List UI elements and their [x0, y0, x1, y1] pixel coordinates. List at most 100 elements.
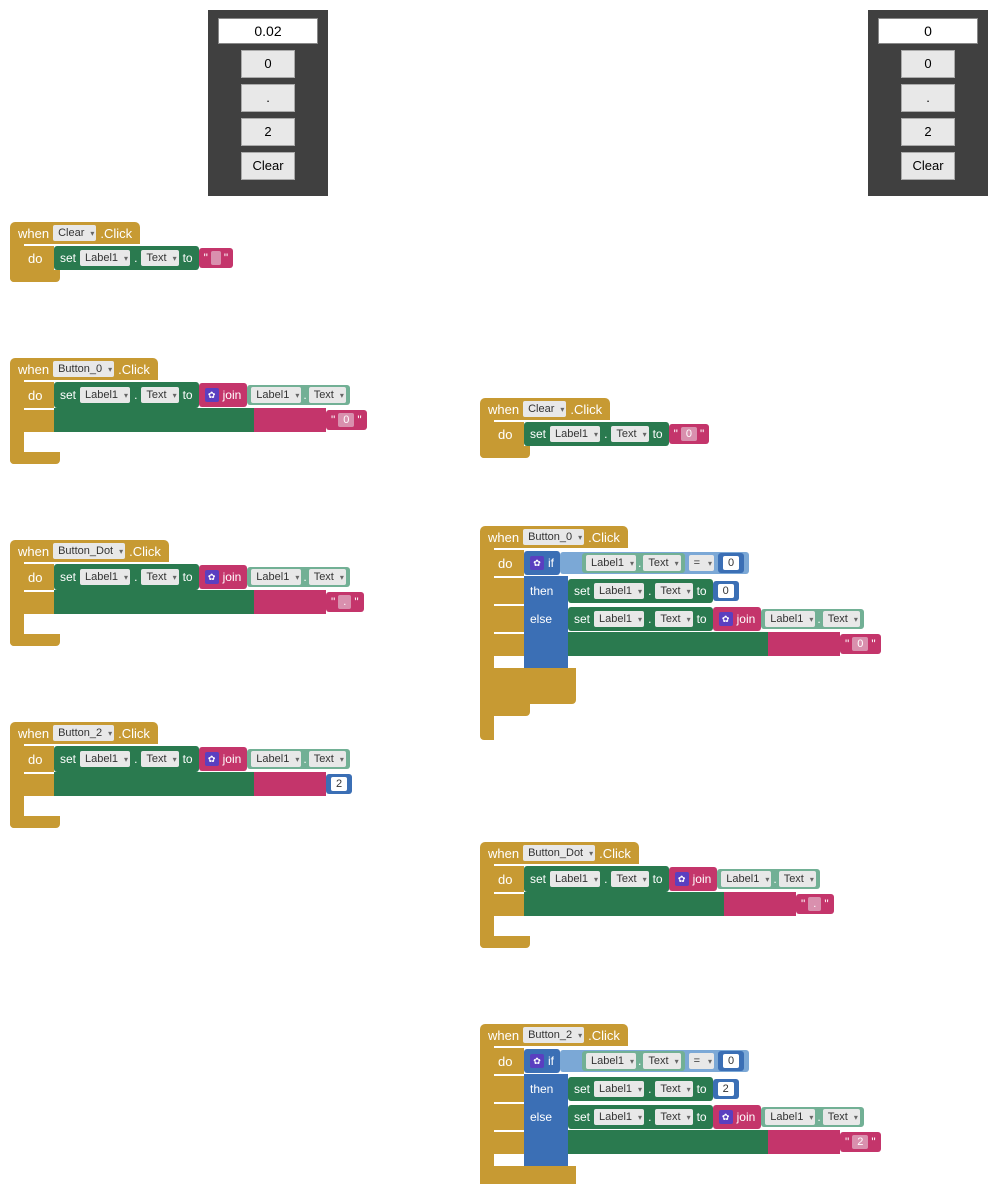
- component-dropdown[interactable]: Button_2: [523, 1027, 584, 1043]
- number-literal-block[interactable]: 0: [718, 1051, 744, 1071]
- number-literal-block[interactable]: 2: [713, 1079, 739, 1099]
- component-dropdown[interactable]: Label1: [80, 250, 130, 266]
- compare-block[interactable]: Label1 . Text = 0: [560, 1050, 749, 1072]
- property-dropdown[interactable]: Text: [655, 583, 692, 599]
- set-block[interactable]: set Label1 . Text to: [568, 1105, 713, 1129]
- property-dropdown[interactable]: Text: [779, 871, 816, 887]
- property-dropdown[interactable]: Text: [643, 1053, 680, 1069]
- component-dropdown[interactable]: Label1: [594, 1109, 644, 1125]
- join-block[interactable]: join: [199, 565, 248, 589]
- event-header[interactable]: when Clear .Click: [10, 222, 140, 244]
- gear-icon[interactable]: [719, 1110, 733, 1124]
- text-literal-block[interactable]: " ": [199, 248, 234, 268]
- phone-button-0[interactable]: 0: [241, 50, 295, 78]
- gear-icon[interactable]: [205, 570, 219, 584]
- event-header[interactable]: when Button_Dot .Click: [10, 540, 169, 562]
- component-dropdown[interactable]: Button_Dot: [53, 543, 125, 559]
- property-dropdown[interactable]: Text: [141, 250, 178, 266]
- compare-block[interactable]: Label1 . Text = 0: [560, 552, 749, 574]
- event-block-buttondot[interactable]: when Button_Dot .Click do set Label1 . T…: [10, 540, 450, 626]
- property-dropdown[interactable]: Text: [655, 1081, 692, 1097]
- get-block[interactable]: Label1 . Text: [582, 1051, 685, 1071]
- event-block-clear[interactable]: when Clear .Click do set Label1 . Text t…: [480, 398, 780, 458]
- event-header[interactable]: when Button_2 .Click: [480, 1024, 628, 1046]
- event-header[interactable]: when Button_0 .Click: [10, 358, 158, 380]
- get-block[interactable]: Label1 . Text: [761, 609, 864, 629]
- phone-button-2[interactable]: 2: [241, 118, 295, 146]
- property-dropdown[interactable]: Text: [655, 1109, 692, 1125]
- text-literal-block[interactable]: "0": [840, 634, 881, 654]
- component-dropdown[interactable]: Label1: [594, 611, 644, 627]
- join-block[interactable]: join: [713, 607, 762, 631]
- property-dropdown[interactable]: Text: [141, 387, 178, 403]
- property-dropdown[interactable]: Text: [309, 387, 346, 403]
- phone-button-clear[interactable]: Clear: [901, 152, 955, 180]
- get-block[interactable]: Label1 . Text: [717, 869, 820, 889]
- property-dropdown[interactable]: Text: [309, 569, 346, 585]
- event-header[interactable]: when Clear .Click: [480, 398, 610, 420]
- component-dropdown[interactable]: Label1: [80, 569, 130, 585]
- gear-icon[interactable]: [530, 556, 544, 570]
- set-block[interactable]: set Label1 . Text to: [54, 746, 199, 772]
- event-block-clear[interactable]: when Clear .Click do set Label1 . Text t…: [10, 222, 300, 282]
- component-dropdown[interactable]: Clear: [53, 225, 96, 241]
- get-block[interactable]: Label1 . Text: [761, 1107, 864, 1127]
- component-dropdown[interactable]: Clear: [523, 401, 566, 417]
- text-literal-block[interactable]: "2": [840, 1132, 881, 1152]
- text-literal-block[interactable]: "0": [669, 424, 710, 444]
- property-dropdown[interactable]: Text: [823, 611, 860, 627]
- text-literal-block[interactable]: "0": [326, 410, 367, 430]
- set-block[interactable]: set Label1 . Text to: [568, 607, 713, 631]
- number-literal-block[interactable]: 2: [326, 774, 352, 794]
- property-dropdown[interactable]: Text: [141, 569, 178, 585]
- component-dropdown[interactable]: Label1: [80, 387, 130, 403]
- component-dropdown[interactable]: Label1: [550, 871, 600, 887]
- event-header[interactable]: when Button_0 .Click: [480, 526, 628, 548]
- event-block-button2-if[interactable]: when Button_2 .Click do if Label1 . Text…: [480, 1024, 980, 1166]
- number-literal-block[interactable]: 0: [713, 581, 739, 601]
- text-literal-block[interactable]: ".": [796, 894, 834, 914]
- if-block[interactable]: if: [524, 551, 560, 575]
- join-block[interactable]: join: [669, 867, 718, 891]
- component-dropdown[interactable]: Button_0: [53, 361, 114, 377]
- event-header[interactable]: when Button_2 .Click: [10, 722, 158, 744]
- set-block[interactable]: set Label1 . Text to: [568, 1077, 713, 1101]
- component-dropdown[interactable]: Label1: [251, 387, 301, 403]
- set-block[interactable]: set Label1 . Text to: [54, 564, 199, 590]
- if-block[interactable]: if: [524, 1049, 560, 1073]
- component-dropdown[interactable]: Label1: [251, 751, 301, 767]
- property-dropdown[interactable]: Text: [643, 555, 680, 571]
- join-block[interactable]: join: [713, 1105, 762, 1129]
- set-block[interactable]: set Label1 . Text to: [54, 382, 199, 408]
- property-dropdown[interactable]: Text: [309, 751, 346, 767]
- property-dropdown[interactable]: Text: [611, 426, 648, 442]
- event-block-button0-if[interactable]: when Button_0 .Click do if Label1 . Text…: [480, 526, 980, 668]
- gear-icon[interactable]: [205, 388, 219, 402]
- property-dropdown[interactable]: Text: [823, 1109, 860, 1125]
- component-dropdown[interactable]: Button_2: [53, 725, 114, 741]
- join-block[interactable]: join: [199, 383, 248, 407]
- component-dropdown[interactable]: Label1: [550, 426, 600, 442]
- get-block[interactable]: Label1 . Text: [247, 385, 350, 405]
- event-block-button2[interactable]: when Button_2 .Click do set Label1 . Tex…: [10, 722, 450, 808]
- set-block[interactable]: set Label1 . Text to: [568, 579, 713, 603]
- gear-icon[interactable]: [530, 1054, 544, 1068]
- component-dropdown[interactable]: Label1: [586, 555, 636, 571]
- get-block[interactable]: Label1 . Text: [247, 567, 350, 587]
- operator-dropdown[interactable]: =: [689, 1053, 714, 1069]
- component-dropdown[interactable]: Button_Dot: [523, 845, 595, 861]
- component-dropdown[interactable]: Label1: [721, 871, 771, 887]
- component-dropdown[interactable]: Label1: [765, 1109, 815, 1125]
- component-dropdown[interactable]: Label1: [251, 569, 301, 585]
- set-block[interactable]: set Label1 . Text to: [524, 866, 669, 892]
- set-block[interactable]: set Label1 . Text to: [524, 422, 669, 446]
- property-dropdown[interactable]: Text: [611, 871, 648, 887]
- property-dropdown[interactable]: Text: [655, 611, 692, 627]
- component-dropdown[interactable]: Label1: [80, 751, 130, 767]
- get-block[interactable]: Label1 . Text: [247, 749, 350, 769]
- gear-icon[interactable]: [719, 612, 733, 626]
- number-literal-block[interactable]: 0: [718, 553, 744, 573]
- text-literal-block[interactable]: ".": [326, 592, 364, 612]
- component-dropdown[interactable]: Label1: [594, 1081, 644, 1097]
- operator-dropdown[interactable]: =: [689, 555, 714, 571]
